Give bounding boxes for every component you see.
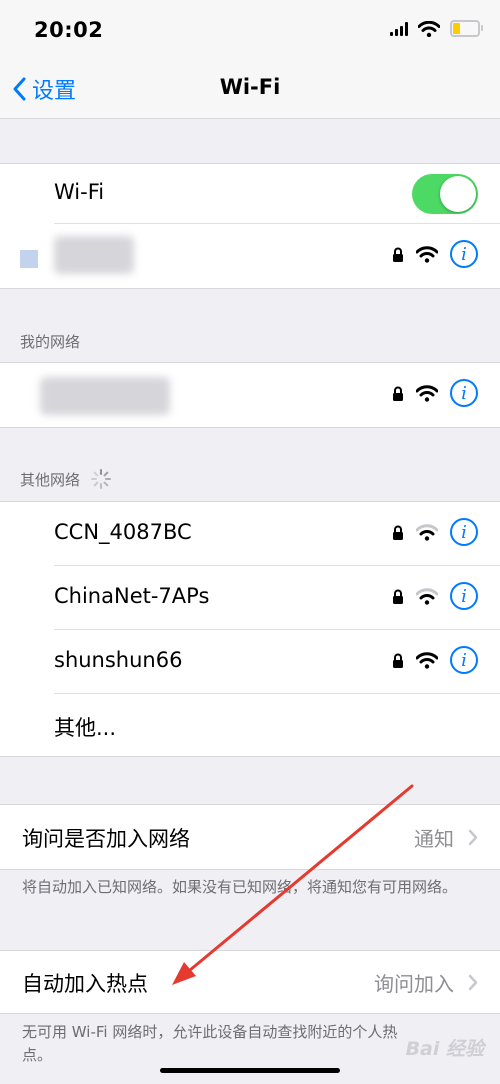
lock-icon: [393, 525, 403, 540]
auto-join-hotspot-row[interactable]: 自动加入热点 询问加入: [0, 951, 500, 1013]
section-header-my-networks: 我的网络: [20, 331, 80, 352]
my-networks-group: i: [0, 362, 500, 428]
auto-join-hotspot-note: 无可用 Wi-Fi 网络时，允许此设备自动查找附近的个人热点。: [22, 1023, 398, 1064]
wifi-group: Wi-Fi i: [0, 163, 500, 289]
ask-to-join-row[interactable]: 询问是否加入网络 通知: [0, 805, 500, 869]
info-icon[interactable]: i: [450, 518, 478, 546]
chevron-right-icon: [468, 829, 478, 846]
connected-network-name-redacted: [54, 236, 134, 274]
my-network-row[interactable]: i: [0, 363, 500, 427]
wifi-toggle-label: Wi-Fi: [54, 180, 105, 204]
lock-icon: [393, 386, 403, 401]
battery-icon: [450, 20, 483, 37]
network-name: CCN_4087BC: [54, 520, 192, 544]
info-icon[interactable]: i: [450, 379, 478, 407]
info-icon[interactable]: i: [450, 240, 478, 268]
connected-network-icons: i: [392, 240, 478, 268]
wifi-toggle-row: Wi-Fi: [0, 164, 500, 224]
network-icons: i: [392, 646, 478, 674]
other-network-row[interactable]: 其他...: [0, 694, 500, 756]
network-icons: i: [392, 582, 478, 610]
ask-to-join-group: 询问是否加入网络 通知: [0, 804, 500, 870]
info-icon[interactable]: i: [450, 646, 478, 674]
wifi-status-icon: [418, 20, 440, 37]
lock-icon: [393, 247, 403, 262]
page-title: Wi-Fi: [219, 75, 281, 99]
network-row[interactable]: ChinaNet-7APs i: [0, 566, 500, 630]
my-network-name-redacted: [40, 377, 170, 415]
info-icon[interactable]: i: [450, 582, 478, 610]
status-time: 20:02: [34, 18, 104, 42]
wifi-signal-icon: [416, 245, 438, 263]
network-name: shunshun66: [54, 648, 183, 672]
ask-to-join-value: 通知: [414, 827, 454, 851]
wifi-signal-icon: [416, 651, 438, 669]
network-row[interactable]: CCN_4087BC i: [0, 502, 500, 566]
chevron-right-icon: [468, 974, 478, 991]
navigation-bar: 设置 Wi-Fi: [0, 60, 500, 119]
auto-join-hotspot-group: 自动加入热点 询问加入: [0, 950, 500, 1014]
wifi-signal-icon: [416, 384, 438, 402]
status-bar: 20:02: [0, 0, 500, 60]
home-indicator[interactable]: [160, 1068, 340, 1073]
ask-to-join-note: 将自动加入已知网络。如果没有已知网络，将通知您有可用网络。: [22, 878, 458, 896]
section-header-label: 我的网络: [20, 333, 81, 351]
network-name: ChinaNet-7APs: [54, 584, 210, 608]
section-header-label: 其他网络: [20, 470, 81, 489]
auto-join-hotspot-value: 询问加入: [374, 972, 454, 996]
auto-join-hotspot-label: 自动加入热点: [22, 972, 148, 996]
ask-to-join-label: 询问是否加入网络: [22, 827, 190, 851]
loading-spinner-icon: [90, 468, 112, 490]
cellular-signal-icon: [390, 21, 408, 36]
lock-icon: [393, 589, 403, 604]
connected-checkmark-redacted: [20, 250, 38, 268]
status-icons: [390, 20, 483, 37]
watermark: Bai 经验: [405, 1038, 484, 1060]
other-network-label: 其他...: [54, 716, 117, 740]
network-row[interactable]: shunshun66 i: [0, 630, 500, 694]
wifi-signal-icon: [416, 523, 438, 541]
wifi-toggle-switch[interactable]: [412, 174, 478, 214]
connected-network-row[interactable]: i: [0, 224, 500, 288]
lock-icon: [393, 653, 403, 668]
section-header-other-networks: 其他网络: [20, 468, 112, 490]
wifi-signal-icon: [416, 587, 438, 605]
network-icons: i: [392, 518, 478, 546]
other-networks-group: CCN_4087BC i ChinaNet-7APs i shunshun66 …: [0, 501, 500, 757]
my-network-icons: i: [392, 379, 478, 407]
